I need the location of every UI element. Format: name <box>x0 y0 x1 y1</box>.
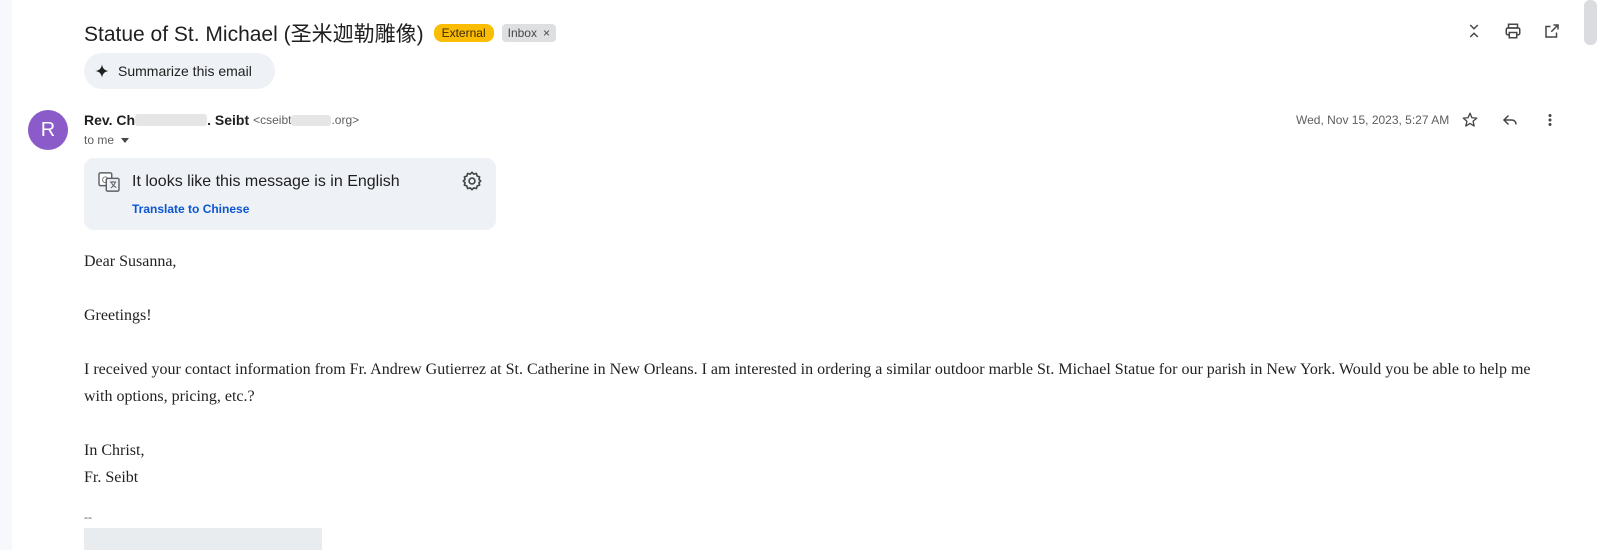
signature: Fr. Seibt <box>84 469 139 486</box>
recipient-details[interactable]: to me <box>84 133 130 147</box>
translate-icon: G <box>98 172 120 192</box>
email-body: Dear Susanna, Greetings! I received your… <box>84 248 1559 491</box>
sender-email-end: .org> <box>331 113 360 127</box>
translate-message: It looks like this message is in English <box>132 173 400 190</box>
open-in-new-window-icon[interactable] <box>1541 20 1563 42</box>
translate-link[interactable]: Translate to Chinese <box>132 202 249 216</box>
print-icon[interactable] <box>1502 20 1524 42</box>
inbox-label-text: Inbox <box>507 26 537 40</box>
redacted-name <box>135 114 208 126</box>
summarize-label: Summarize this email <box>118 63 252 79</box>
recipient-label: to me <box>84 133 115 147</box>
remove-label-button[interactable]: × <box>543 26 550 40</box>
greeting: Dear Susanna, <box>84 253 177 270</box>
thread-actions <box>1463 20 1563 42</box>
signature-separator: -- <box>84 510 92 524</box>
gear-icon[interactable] <box>461 170 483 192</box>
closing: In Christ, <box>84 442 145 459</box>
collapse-all-icon[interactable] <box>1463 20 1485 42</box>
sender-email: <cseibt .org> <box>253 113 359 127</box>
inbox-label: Inbox × <box>501 24 556 42</box>
more-vert-icon[interactable] <box>1539 109 1561 131</box>
external-label: External <box>433 24 494 42</box>
message-actions <box>1459 109 1561 131</box>
scrollbar[interactable] <box>1582 0 1603 550</box>
translate-banner: G It looks like this message is in Engli… <box>84 158 496 230</box>
email-subject: Statue of St. Michael (圣米迦勒雕像) <box>84 23 424 46</box>
body-line: Greetings! <box>84 307 152 324</box>
sender-email-start: <cseibt <box>253 113 292 127</box>
scrollbar-thumb[interactable] <box>1584 0 1597 45</box>
redacted-email <box>291 114 332 126</box>
reply-icon[interactable] <box>1499 109 1521 131</box>
sender-name-end[interactable]: . Seibt <box>207 112 249 128</box>
email-date: Wed, Nov 15, 2023, 5:27 AM <box>1296 113 1450 127</box>
summarize-button[interactable]: Summarize this email <box>84 53 275 89</box>
sparkle-icon <box>95 64 109 78</box>
sender-name-start[interactable]: Rev. Ch <box>84 112 135 128</box>
star-icon[interactable] <box>1459 109 1481 131</box>
signature-block <box>84 528 322 550</box>
caret-down-icon[interactable] <box>121 137 130 143</box>
body-paragraph: I received your contact information from… <box>84 361 1531 405</box>
sender-line: Rev. Ch . Seibt <cseibt .org> <box>84 112 359 128</box>
avatar[interactable]: R <box>28 110 68 150</box>
email-subject-row: Statue of St. Michael (圣米迦勒雕像) External … <box>84 18 556 48</box>
